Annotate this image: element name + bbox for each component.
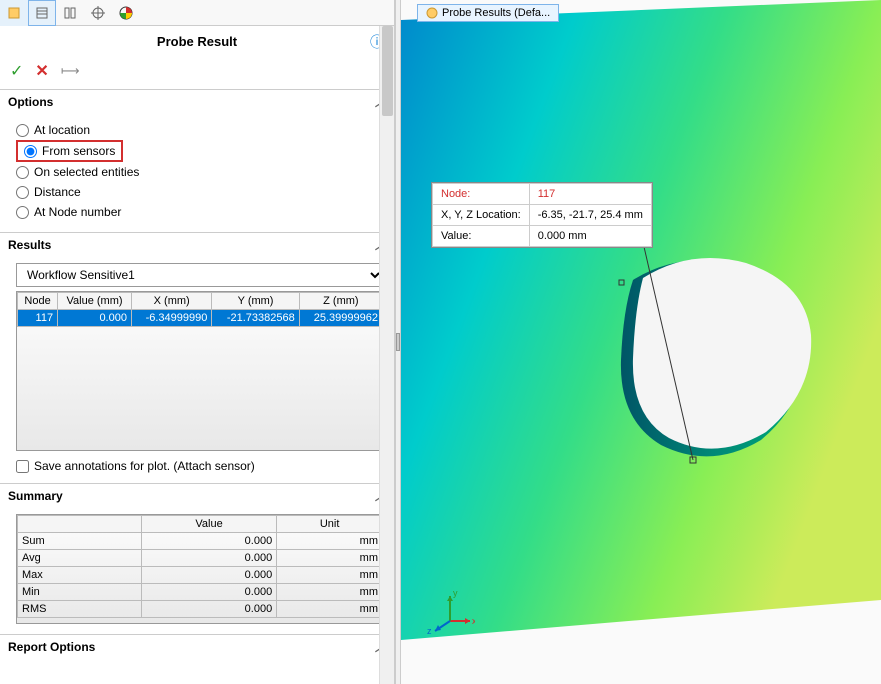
col-value[interactable]: Value (141, 516, 276, 533)
radio-input[interactable] (16, 206, 29, 219)
toolbar-tab-features-icon[interactable] (0, 0, 28, 26)
summary-header[interactable]: Summary ︿ (0, 484, 394, 508)
tooltip-val-label: Value: (433, 226, 530, 247)
summary-section: Summary ︿ Value Unit Sum0.000mm Avg0.000… (0, 483, 394, 634)
col-node[interactable]: Node (18, 293, 58, 310)
panel-title: Probe Result (157, 34, 237, 49)
save-annotations-label: Save annotations for plot. (Attach senso… (34, 459, 255, 473)
radio-input[interactable] (24, 145, 37, 158)
report-options-label: Report Options (8, 640, 95, 654)
results-table-wrap[interactable]: Node Value (mm) X (mm) Y (mm) Z (mm) 117… (16, 291, 384, 451)
left-panel: Probe Result ⓘ ✓ ✕ ⟼ Options ︿ At locati… (0, 0, 395, 684)
report-options-section: Report Options ︿ (0, 634, 394, 659)
tooltip-node-label: Node: (433, 184, 530, 205)
probe-tooltip: Node: 117 X, Y, Z Location: -6.35, -21.7… (431, 182, 653, 248)
panel-toolbar (0, 0, 394, 26)
summary-row-avg[interactable]: Avg0.000mm (18, 550, 383, 567)
svg-text:z: z (427, 626, 432, 636)
axis-triad-icon[interactable]: x y z (425, 586, 475, 636)
cell-z: 25.39999962 (299, 310, 382, 327)
cell-x: -6.34999990 (131, 310, 211, 327)
model-render[interactable] (401, 0, 881, 684)
summary-row-min[interactable]: Min0.000mm (18, 584, 383, 601)
panel-scrollbar[interactable] (379, 26, 394, 684)
summary-table-wrap[interactable]: Value Unit Sum0.000mm Avg0.000mm Max0.00… (16, 514, 384, 624)
toolbar-tab-config-icon[interactable] (56, 0, 84, 26)
tooltip-loc-value: -6.35, -21.7, 25.4 mm (529, 205, 651, 226)
radio-label: Distance (34, 185, 81, 199)
radio-from-sensors[interactable]: From sensors (16, 140, 123, 162)
col-z[interactable]: Z (mm) (299, 293, 382, 310)
options-header-label: Options (8, 95, 53, 109)
summary-row-max[interactable]: Max0.000mm (18, 567, 383, 584)
results-dropdown[interactable]: Workflow Sensitive1 (16, 263, 384, 287)
summary-header-label: Summary (8, 489, 63, 503)
results-section: Results ︿ Workflow Sensitive1 Node Value… (0, 232, 394, 483)
scrollbar-thumb[interactable] (382, 26, 393, 116)
results-body: Workflow Sensitive1 Node Value (mm) X (m… (0, 257, 394, 483)
summary-table: Value Unit Sum0.000mm Avg0.000mm Max0.00… (17, 515, 383, 618)
svg-text:x: x (472, 616, 475, 626)
summary-row-sum[interactable]: Sum0.000mm (18, 533, 383, 550)
viewport[interactable]: Probe Results (Defa... (401, 0, 881, 684)
summary-row-rms[interactable]: RMS0.000mm (18, 601, 383, 618)
radio-label: At Node number (34, 205, 121, 219)
probe-results-icon (426, 7, 438, 19)
save-annotations-checkbox[interactable] (16, 460, 29, 473)
svg-text:y: y (453, 588, 458, 598)
tooltip-val-value: 0.000 mm (529, 226, 651, 247)
radio-input[interactable] (16, 124, 29, 137)
radio-input[interactable] (16, 166, 29, 179)
table-header-row: Value Unit (18, 516, 383, 533)
col-blank[interactable] (18, 516, 142, 533)
results-table: Node Value (mm) X (mm) Y (mm) Z (mm) 117… (17, 292, 383, 327)
cell-y: -21.73382568 (212, 310, 299, 327)
cell-node: 117 (18, 310, 58, 327)
tooltip-node-value: 117 (529, 184, 651, 205)
radio-distance[interactable]: Distance (16, 182, 384, 202)
radio-at-node-number[interactable]: At Node number (16, 202, 384, 222)
col-y[interactable]: Y (mm) (212, 293, 299, 310)
col-x[interactable]: X (mm) (131, 293, 211, 310)
toolbar-tab-appearance-icon[interactable] (112, 0, 140, 26)
tooltip-loc-label: X, Y, Z Location: (433, 205, 530, 226)
results-header-label: Results (8, 238, 51, 252)
results-header[interactable]: Results ︿ (0, 233, 394, 257)
splitter-grip-icon[interactable] (396, 333, 400, 351)
cancel-icon[interactable]: ✕ (35, 61, 48, 81)
options-header[interactable]: Options ︿ (0, 90, 394, 114)
table-row[interactable]: 117 0.000 -6.34999990 -21.73382568 25.39… (18, 310, 383, 327)
action-row: ✓ ✕ ⟼ (0, 57, 394, 89)
radio-at-location[interactable]: At location (16, 120, 384, 140)
options-body: At location From sensors On selected ent… (0, 114, 394, 232)
toolbar-tab-target-icon[interactable] (84, 0, 112, 26)
radio-label: At location (34, 123, 90, 137)
options-section: Options ︿ At location From sensors On se… (0, 89, 394, 232)
accept-icon[interactable]: ✓ (10, 61, 23, 81)
report-options-header[interactable]: Report Options ︿ (0, 635, 394, 659)
summary-body: Value Unit Sum0.000mm Avg0.000mm Max0.00… (0, 508, 394, 634)
col-value[interactable]: Value (mm) (58, 293, 132, 310)
table-header-row: Node Value (mm) X (mm) Y (mm) Z (mm) (18, 293, 383, 310)
cell-value: 0.000 (58, 310, 132, 327)
save-annotations-row[interactable]: Save annotations for plot. (Attach senso… (16, 459, 384, 473)
toolbar-tab-properties-icon[interactable] (28, 0, 56, 26)
panel-title-row: Probe Result ⓘ (0, 26, 394, 57)
pin-icon[interactable]: ⟼ (61, 63, 80, 79)
view-tab[interactable]: Probe Results (Defa... (417, 4, 559, 22)
col-unit[interactable]: Unit (277, 516, 383, 533)
radio-on-selected-entities[interactable]: On selected entities (16, 162, 384, 182)
radio-input[interactable] (16, 186, 29, 199)
radio-label: On selected entities (34, 165, 139, 179)
radio-label: From sensors (42, 144, 115, 158)
view-tab-label: Probe Results (Defa... (442, 7, 550, 19)
